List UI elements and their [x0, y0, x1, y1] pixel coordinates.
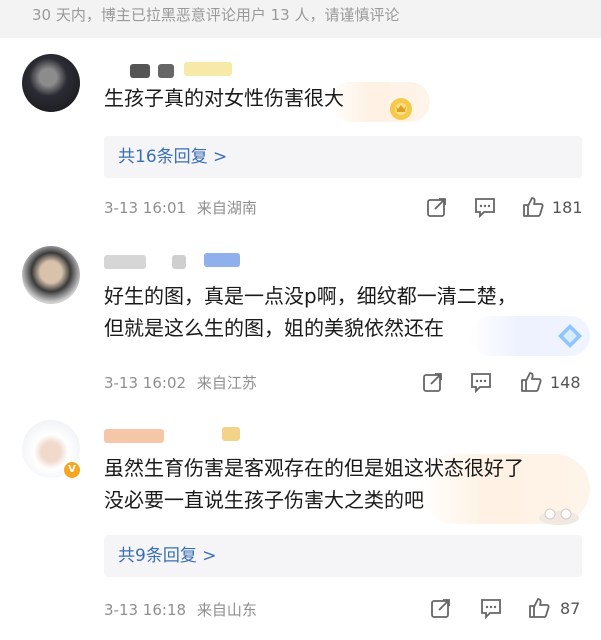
like-count: 181 [552, 198, 583, 217]
comment-text: 生孩子真的对女性伤害很大 [104, 82, 344, 114]
comment-time: 3-13 16:02 [104, 374, 187, 392]
username-redacted[interactable] [104, 429, 164, 443]
comment-text: 好生的图，真是一点没p啊，细纹都一清二楚， 但就是这么生的图，姐的美貌依然还在 [104, 280, 517, 344]
comment-line: 虽然生育伤害是客观存在的但是姐这状态很好了 [104, 456, 524, 480]
comment-actions: 87 [420, 597, 590, 623]
comment-meta: 3-13 16:01 来自湖南 [104, 197, 257, 218]
username-redacted [158, 64, 174, 78]
comment-line: 好生的图，真是一点没p啊，细纹都一清二楚， [104, 284, 517, 308]
like-count: 87 [560, 599, 581, 618]
verified-icon: V [62, 460, 82, 480]
user-level-badge [222, 427, 240, 441]
comment-time: 3-13 16:18 [104, 601, 187, 619]
comment-line: 没必要一直说生孩子伤害大之类的吧 [104, 488, 424, 512]
avatar[interactable] [22, 54, 80, 112]
blocked-users-notice: 30 天内，博主已拉黑恶意评论用户 13 人，请谨慎评论 [0, 0, 601, 38]
comment-text: 虽然生育伤害是客观存在的但是姐这状态很好了 没必要一直说生孩子伤害大之类的吧 [104, 452, 524, 516]
comment-line: 生孩子真的对女性伤害很大 [104, 86, 344, 110]
like-icon[interactable] [528, 597, 550, 619]
comment-time: 3-13 16:01 [104, 199, 187, 217]
comment-icon[interactable] [474, 196, 496, 218]
view-replies-button[interactable]: 共16条回复 > [104, 136, 582, 178]
diamond-badge-icon [558, 324, 582, 348]
sticker-icon [539, 508, 579, 525]
decorative-glow [330, 82, 430, 122]
comment-actions: 148 [420, 371, 590, 397]
crown-badge-icon [390, 98, 412, 120]
share-icon[interactable] [422, 371, 444, 393]
share-icon[interactable] [430, 597, 452, 619]
user-level-badge [204, 253, 240, 267]
username-redacted[interactable] [104, 255, 146, 269]
comment-location: 来自江苏 [196, 374, 257, 392]
comment-location: 来自山东 [196, 601, 257, 619]
comment-line: 但就是这么生的图，姐的美貌依然还在 [104, 316, 444, 340]
comment-actions: 181 [420, 196, 590, 222]
username-redacted[interactable] [130, 64, 150, 78]
share-icon[interactable] [426, 196, 448, 218]
username-redacted [172, 255, 186, 269]
comment-meta: 3-13 16:18 来自山东 [104, 599, 257, 620]
like-icon[interactable] [520, 371, 542, 393]
view-replies-button[interactable]: 共9条回复 > [104, 535, 582, 577]
like-icon[interactable] [522, 196, 544, 218]
like-count: 148 [550, 373, 581, 392]
avatar[interactable] [22, 246, 80, 304]
comment-icon[interactable] [480, 597, 502, 619]
comment-icon[interactable] [470, 371, 492, 393]
comment-meta: 3-13 16:02 来自江苏 [104, 372, 257, 393]
comment-location: 来自湖南 [196, 199, 257, 217]
user-level-badge [184, 62, 232, 76]
